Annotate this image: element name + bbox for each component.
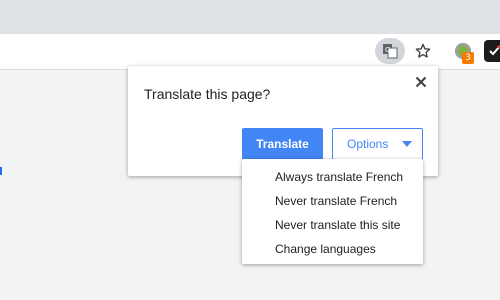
extension-badge: 3 [462,52,474,64]
menu-item-never-translate-site[interactable]: Never translate this site [242,213,423,237]
caret-down-icon [402,141,413,147]
close-icon[interactable] [411,72,431,92]
checkmark-extension-icon[interactable] [484,40,500,62]
translate-button[interactable]: Translate [242,128,323,160]
translate-icon[interactable]: G [375,38,405,64]
svg-text:G: G [385,46,390,54]
options-label: Options [347,137,389,151]
menu-item-change-languages[interactable]: Change languages [242,237,423,261]
page-link-fragment [0,167,2,175]
bookmark-star-icon[interactable] [410,38,436,64]
options-button[interactable]: Options [332,128,423,160]
menu-item-never-translate-language[interactable]: Never translate French [242,189,423,213]
menu-item-always-translate[interactable]: Always translate French [242,165,423,189]
tab-strip [0,0,500,34]
options-menu: Always translate French Never translate … [242,159,423,264]
bubble-title: Translate this page? [144,86,271,102]
